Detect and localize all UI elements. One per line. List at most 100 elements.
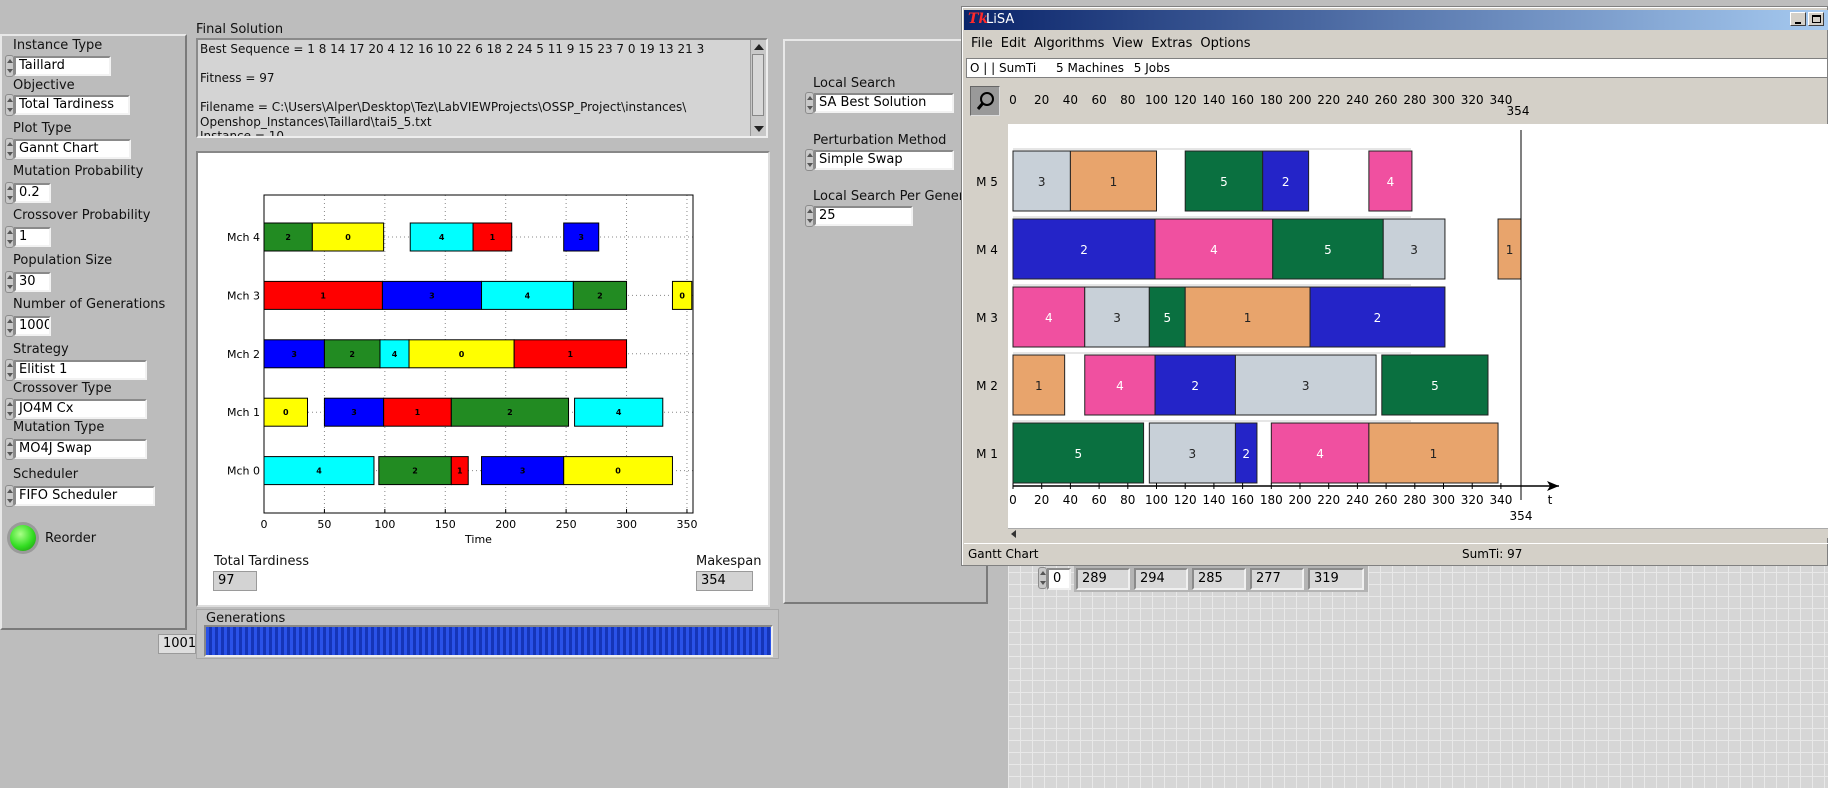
population-size-spinner[interactable] xyxy=(5,271,14,293)
final-solution-scrollbar[interactable] xyxy=(750,40,766,136)
task-job-label: 2 xyxy=(507,408,513,417)
scheduler-field[interactable]: FIFO Scheduler xyxy=(14,486,155,506)
x-tick-label: 50 xyxy=(317,518,331,531)
crossover-probability-spinner[interactable] xyxy=(5,226,14,248)
task-job-label: 4 xyxy=(316,467,322,476)
menu-edit[interactable]: Edit xyxy=(1001,36,1026,51)
top-end-label: 354 xyxy=(1507,104,1530,118)
scroll-thumb[interactable] xyxy=(752,54,764,116)
reorder-led-bezel[interactable] xyxy=(7,522,39,554)
lisa-job-label: 1 xyxy=(1506,243,1514,257)
task-job-label: 3 xyxy=(578,233,584,242)
generations-progress-fill xyxy=(206,627,771,655)
strategy-field[interactable]: Elitist 1 xyxy=(14,360,147,380)
value-cell: 294 xyxy=(1134,568,1188,590)
bottom-tick-label: 0 xyxy=(1009,493,1017,507)
strategy-spinner[interactable] xyxy=(5,359,14,381)
maximize-icon xyxy=(1812,15,1821,23)
lisa-job-label: 5 xyxy=(1074,447,1082,461)
top-tick-label: 320 xyxy=(1461,93,1484,107)
objective-field[interactable]: Total Tardiness xyxy=(14,95,130,115)
menu-file[interactable]: File xyxy=(971,36,993,51)
bottom-tick-label: 220 xyxy=(1317,493,1340,507)
generations-progress-bar xyxy=(204,625,773,657)
mutation-type-spinner[interactable] xyxy=(5,438,14,460)
task-job-label: 2 xyxy=(349,350,355,359)
mutation-type-label: Mutation Type xyxy=(13,420,105,435)
makespan-value: 354 xyxy=(696,571,753,591)
perturbation-field[interactable]: Simple Swap xyxy=(814,150,954,170)
generations-count-field[interactable]: 1000 xyxy=(14,316,51,336)
problem-description-bar: O | | SumTi 5 Machines 5 Jobs xyxy=(966,58,1828,78)
array-index-field[interactable]: 0 xyxy=(1047,568,1071,590)
lisa-job-label: 2 xyxy=(1242,447,1250,461)
crossover-type-field[interactable]: JO4M Cx xyxy=(14,399,147,419)
menu-view[interactable]: View xyxy=(1112,36,1143,51)
task-job-label: 4 xyxy=(616,408,622,417)
scroll-up-icon[interactable] xyxy=(754,44,764,50)
lisa-gantt-chart: 0 20 40 60 80 100 120 140 160 180 200 220 240 260 280 3… xyxy=(976,93,1559,523)
value-cell: 319 xyxy=(1308,568,1364,590)
crossover-type-spinner[interactable] xyxy=(5,398,14,420)
task-job-label: 3 xyxy=(520,467,526,476)
lisa-job-label: 5 xyxy=(1431,379,1439,393)
plot-type-spinner[interactable] xyxy=(5,138,14,160)
lisa-hscrollbar[interactable] xyxy=(1008,528,1828,538)
lisa-job-label: 1 xyxy=(1035,379,1043,393)
machine-label: M 5 xyxy=(976,175,998,189)
local-search-field[interactable]: SA Best Solution xyxy=(814,93,954,113)
lisa-job-label: 3 xyxy=(1189,447,1197,461)
x-tick-label: 350 xyxy=(676,518,697,531)
menu-options[interactable]: Options xyxy=(1200,36,1250,51)
task-job-label: 2 xyxy=(412,467,418,476)
menu-algorithms[interactable]: Algorithms xyxy=(1034,36,1104,51)
lisa-job-label: 4 xyxy=(1316,447,1324,461)
value-cell: 285 xyxy=(1192,568,1246,590)
total-tardiness-label: Total Tardiness xyxy=(214,554,310,569)
task-job-label: 4 xyxy=(439,233,445,242)
generations-count-label: Number of Generations xyxy=(13,297,166,312)
objective-spinner[interactable] xyxy=(5,94,14,116)
population-size-field[interactable]: 30 xyxy=(14,272,51,292)
top-tick-label: 40 xyxy=(1063,93,1078,107)
bottom-tick-label: 60 xyxy=(1091,493,1106,507)
array-index-spinner[interactable] xyxy=(1038,567,1047,589)
background-grid xyxy=(1008,560,1828,788)
instance-type-field[interactable]: Taillard xyxy=(14,56,111,76)
bottom-tick-label: 240 xyxy=(1346,493,1369,507)
bottom-tick-label: 100 xyxy=(1145,493,1168,507)
minimize-button[interactable] xyxy=(1790,12,1806,26)
task-job-label: 4 xyxy=(525,291,531,300)
task-job-label: 1 xyxy=(490,233,496,242)
generations-count-spinner[interactable] xyxy=(5,315,14,337)
perturbation-spinner[interactable] xyxy=(805,149,814,171)
lisa-titlebar[interactable]: Tk LiSA xyxy=(964,10,1828,30)
bottom-tick-label: 200 xyxy=(1289,493,1312,507)
per-generation-spinner[interactable] xyxy=(805,205,814,227)
instance-type-spinner[interactable] xyxy=(5,55,14,77)
scroll-down-icon[interactable] xyxy=(754,126,764,132)
mutation-probability-spinner[interactable] xyxy=(5,182,14,204)
bottom-tick-label: 280 xyxy=(1403,493,1426,507)
final-solution-title: Final Solution xyxy=(196,22,284,37)
maximize-button[interactable] xyxy=(1808,12,1824,26)
bottom-end-label: 354 xyxy=(1510,509,1533,523)
scroll-left-icon[interactable] xyxy=(1011,530,1016,538)
lisa-menubar: File Edit Algorithms View Extras Options xyxy=(971,36,1259,51)
crossover-probability-field[interactable]: 1 xyxy=(14,227,51,247)
fitness-line: Fitness = 97 xyxy=(200,71,275,85)
value-cell: 289 xyxy=(1076,568,1130,590)
mutation-type-field[interactable]: MO4J Swap xyxy=(14,439,147,459)
lisa-job-label: 2 xyxy=(1282,175,1290,189)
axis-t-label: t xyxy=(1548,493,1553,507)
plot-type-field[interactable]: Gannt Chart xyxy=(14,139,131,159)
local-search-spinner[interactable] xyxy=(805,92,814,114)
per-generation-field[interactable]: 25 xyxy=(814,206,913,226)
lisa-job-label: 2 xyxy=(1374,311,1382,325)
mutation-probability-field[interactable]: 0.2 xyxy=(14,183,51,203)
lisa-job-label: 4 xyxy=(1210,243,1218,257)
scheduler-spinner[interactable] xyxy=(5,485,14,507)
menu-extras[interactable]: Extras xyxy=(1151,36,1192,51)
final-solution-textbox[interactable]: Best Sequence = 1 8 14 17 20 4 12 16 10 … xyxy=(196,38,768,138)
x-tick-label: 250 xyxy=(556,518,577,531)
